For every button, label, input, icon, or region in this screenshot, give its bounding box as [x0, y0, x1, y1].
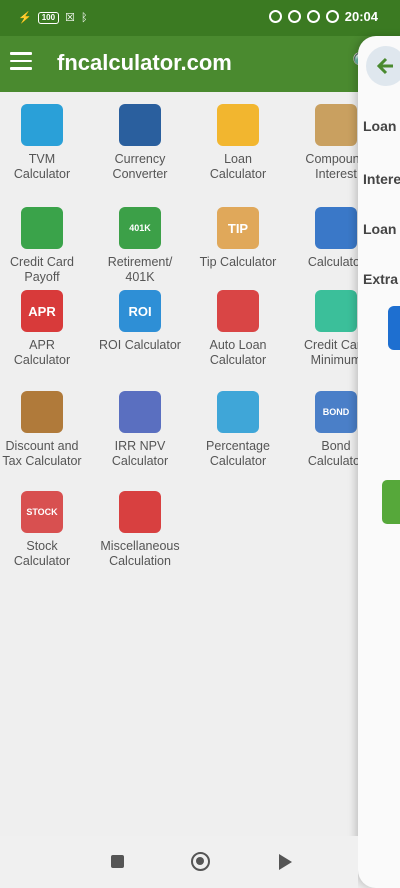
drawer-blue-button[interactable]: [388, 306, 400, 350]
app-title: fncalculator.com: [57, 50, 232, 75]
icon-badge-text: STOCK: [26, 507, 58, 517]
calculator-label: Currency Converter: [112, 152, 168, 181]
auto-loan-calculator-icon: [217, 290, 259, 332]
bond-calculator-icon: BOND: [315, 391, 357, 433]
calculator-label: Tip Calculator: [199, 255, 277, 269]
irr-npv-calculator-tile[interactable]: IRR NPV Calculator: [91, 379, 189, 469]
side-drawer: Loan Intere Loan Extra: [358, 36, 400, 888]
drawer-label-loan-term: Loan: [363, 221, 397, 237]
whatsapp-icon: [306, 10, 320, 23]
icon-badge-text: TIP: [227, 220, 249, 236]
calculator-label: Miscellaneous Calculation: [100, 539, 180, 568]
clock: 20:04: [344, 9, 378, 24]
tvm-calculator-tile[interactable]: TVM Calculator: [0, 92, 91, 182]
back-icon[interactable]: [279, 854, 292, 870]
hamburger-menu-icon[interactable]: [10, 52, 32, 72]
drawer-label-loan-amount: Loan: [363, 118, 397, 134]
tip-calculator-tile[interactable]: TIP Tip Calculator: [189, 195, 287, 270]
icon-badge-text: APR: [28, 303, 56, 319]
back-arrow-icon[interactable]: [366, 46, 400, 86]
irr-npv-calculator-icon: [119, 391, 161, 433]
roi-calculator-icon: ROI: [119, 290, 161, 332]
recents-icon[interactable]: [111, 855, 124, 868]
stock-calculator-icon: STOCK: [21, 491, 63, 533]
calculator-label: IRR NPV Calculator: [111, 439, 169, 468]
roi-calculator-tile[interactable]: ROI ROI Calculator: [91, 278, 189, 353]
status-bar: ⚡ 100 ☒ ᛒ 20:04: [0, 0, 400, 36]
calculator-icon: [315, 207, 357, 249]
auto-loan-calculator-tile[interactable]: Auto Loan Calculator: [189, 278, 287, 368]
drawer-label-extra: Extra: [363, 271, 399, 287]
drawer-label-interest: Intere: [363, 171, 400, 187]
calculator-label: Percentage Calculator: [206, 439, 270, 468]
calculator-label: Stock Calculator: [13, 539, 71, 568]
currency-converter-tile[interactable]: Currency Converter: [91, 92, 189, 182]
discount-tax-calculator-icon: [21, 391, 63, 433]
calculator-label: ROI Calculator: [99, 338, 181, 352]
icon-badge-text: 401K: [129, 223, 151, 233]
alarm-icon: [325, 10, 339, 23]
percentage-calculator-tile[interactable]: Percentage Calculator: [189, 379, 287, 469]
apr-calculator-tile[interactable]: APR APR Calculator: [0, 278, 91, 368]
drawer-green-button[interactable]: [382, 480, 400, 524]
tvm-calculator-icon: [21, 104, 63, 146]
retirement-401k-tile[interactable]: 401K Retirement/401K: [91, 195, 189, 285]
apr-calculator-icon: APR: [21, 290, 63, 332]
percentage-calculator-icon: [217, 391, 259, 433]
miscellaneous-calculation-tile[interactable]: Miscellaneous Calculation: [91, 479, 189, 569]
miscellaneous-calculation-icon: [119, 491, 161, 533]
credit-card-payoff-tile[interactable]: Credit Card Payoff: [0, 195, 91, 285]
loan-calculator-icon: [217, 104, 259, 146]
app-bar: fncalculator.com 🔍: [0, 36, 400, 92]
calculator-label: Loan Calculator: [209, 152, 267, 181]
bluetooth-icon: ᛒ: [80, 11, 88, 24]
tip-calculator-icon: TIP: [217, 207, 259, 249]
calculator-label: TVM Calculator: [13, 152, 71, 181]
credit-card-minimum-icon: [315, 290, 357, 332]
discount-tax-calculator-tile[interactable]: Discount and Tax Calculator: [0, 379, 91, 469]
status-left: ⚡ 100 ☒ ᛒ: [18, 11, 88, 24]
battery-icon: 100: [37, 11, 60, 24]
currency-converter-icon: [119, 104, 161, 146]
notification-icon: ☒: [65, 12, 75, 24]
retirement-401k-icon: 401K: [119, 207, 161, 249]
compound-interest-icon: [315, 104, 357, 146]
signal-icon: [268, 10, 282, 23]
calculator-label: APR Calculator: [13, 338, 71, 367]
icon-badge-text: BOND: [322, 407, 350, 417]
charging-icon: ⚡: [18, 12, 32, 24]
calculator-label: Discount and Tax Calculator: [2, 439, 82, 468]
loan-calculator-tile[interactable]: Loan Calculator: [189, 92, 287, 182]
calculator-label: Auto Loan Calculator: [209, 338, 267, 367]
home-icon[interactable]: [191, 852, 210, 871]
navigation-bar: [0, 836, 358, 888]
icon-badge-text: ROI: [128, 303, 152, 319]
stock-calculator-tile[interactable]: STOCK Stock Calculator: [0, 479, 91, 569]
status-right: 20:04: [268, 9, 378, 24]
data-saver-icon: [287, 10, 301, 23]
credit-card-payoff-icon: [21, 207, 63, 249]
